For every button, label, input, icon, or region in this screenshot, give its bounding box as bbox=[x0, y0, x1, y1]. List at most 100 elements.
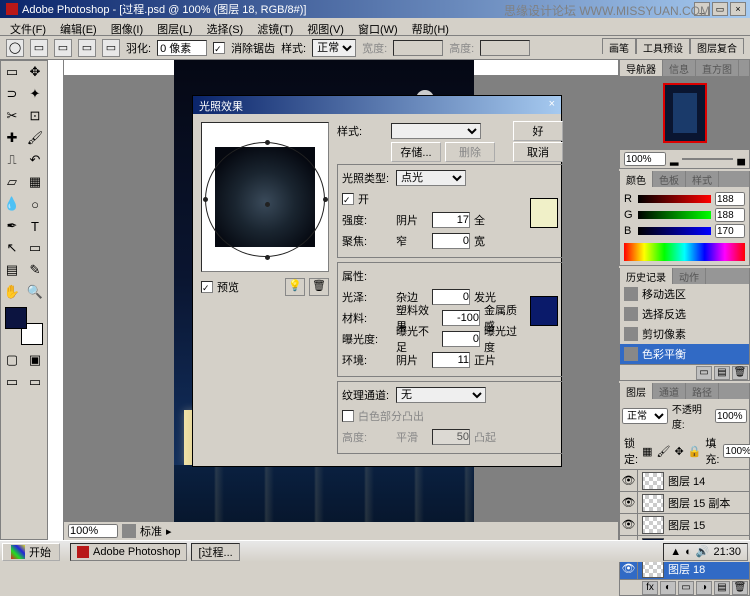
dialog-close-icon[interactable]: × bbox=[549, 98, 555, 112]
eye-icon[interactable]: 👁 bbox=[620, 470, 638, 492]
gradient-tool[interactable]: ▦ bbox=[24, 171, 46, 193]
zoom-input[interactable] bbox=[68, 524, 118, 538]
lock-trans-icon[interactable]: ▦ bbox=[642, 445, 652, 458]
maximize-button[interactable]: ▭ bbox=[712, 2, 728, 16]
save-button[interactable]: 存储... bbox=[391, 142, 441, 162]
layer-item[interactable]: 👁图层 15 bbox=[620, 513, 749, 535]
lasso-tool[interactable]: ⊃ bbox=[1, 83, 23, 105]
light-delete-icon[interactable]: 🗑 bbox=[309, 278, 329, 296]
light-color-swatch[interactable] bbox=[530, 198, 558, 228]
zoom-tool[interactable]: 🔍 bbox=[24, 281, 46, 303]
taskbar-app[interactable]: [过程... bbox=[191, 543, 239, 561]
spectrum-bar[interactable] bbox=[624, 243, 745, 261]
menu-filter[interactable]: 滤镜(T) bbox=[251, 20, 299, 33]
menu-help[interactable]: 帮助(H) bbox=[406, 20, 455, 33]
selection-new-icon[interactable]: ▭ bbox=[30, 39, 48, 57]
eye-icon[interactable]: 👁 bbox=[620, 514, 638, 536]
tab-color[interactable]: 颜色 bbox=[620, 171, 653, 187]
new-layer-icon[interactable]: ▤ bbox=[714, 581, 730, 595]
g-input[interactable] bbox=[715, 208, 745, 222]
new-snapshot-icon[interactable]: ▭ bbox=[696, 366, 712, 380]
system-tray[interactable]: ▲ ◐ 🔊 21:30 bbox=[663, 543, 748, 561]
selection-intersect-icon[interactable]: ▭ bbox=[102, 39, 120, 57]
tab-styles[interactable]: 样式 bbox=[686, 171, 719, 187]
current-tool-icon[interactable]: ◯ bbox=[6, 39, 24, 57]
close-button[interactable]: × bbox=[730, 2, 746, 16]
tab-navigator[interactable]: 导航器 bbox=[620, 60, 663, 76]
lock-move-icon[interactable]: ✥ bbox=[674, 445, 683, 458]
b-input[interactable] bbox=[715, 224, 745, 238]
r-slider[interactable] bbox=[638, 195, 711, 203]
tab-history[interactable]: 历史记录 bbox=[620, 268, 673, 284]
history-item[interactable]: 剪切像素 bbox=[620, 324, 749, 344]
tray-icon[interactable]: ▲ bbox=[670, 546, 681, 558]
screenmode-full-icon[interactable]: ▭ bbox=[24, 371, 46, 393]
eye-icon[interactable]: 👁 bbox=[620, 492, 638, 514]
on-checkbox[interactable] bbox=[342, 193, 354, 205]
focus-input[interactable] bbox=[432, 233, 470, 249]
layer-item[interactable]: 👁图层 15 副本 bbox=[620, 491, 749, 513]
lighting-preview[interactable] bbox=[201, 122, 329, 272]
crop-tool[interactable]: ✂ bbox=[1, 105, 23, 127]
menu-layer[interactable]: 图层(L) bbox=[151, 20, 198, 33]
cancel-button[interactable]: 取消 bbox=[513, 142, 563, 162]
quickmask-on-icon[interactable]: ▣ bbox=[24, 349, 46, 371]
move-tool[interactable]: ✥ bbox=[24, 61, 46, 83]
history-brush-tool[interactable]: ↶ bbox=[24, 149, 46, 171]
nav-zoom-input[interactable] bbox=[624, 152, 666, 166]
tab-histogram[interactable]: 直方图 bbox=[696, 60, 739, 76]
trash-icon[interactable]: 🗑 bbox=[732, 366, 748, 380]
layer-item[interactable]: 👁图层 14 bbox=[620, 469, 749, 491]
adjust-icon[interactable]: ◑ bbox=[696, 581, 712, 595]
trash-icon[interactable]: 🗑 bbox=[732, 581, 748, 595]
stamp-tool[interactable]: ⎍ bbox=[1, 149, 23, 171]
hand-tool[interactable]: ✋ bbox=[1, 281, 23, 303]
r-input[interactable] bbox=[715, 192, 745, 206]
tab-brush[interactable]: 画笔 bbox=[602, 38, 636, 54]
menu-select[interactable]: 选择(S) bbox=[201, 20, 250, 33]
menu-view[interactable]: 视图(V) bbox=[301, 20, 350, 33]
lock-paint-icon[interactable]: 🖌 bbox=[656, 445, 670, 458]
brush-tool[interactable]: 🖌 bbox=[24, 127, 46, 149]
style-select[interactable] bbox=[391, 123, 481, 139]
tab-layer-comp[interactable]: 图层复合 bbox=[690, 38, 744, 54]
material-input[interactable] bbox=[442, 310, 480, 326]
lock-all-icon[interactable]: 🔒 bbox=[688, 445, 702, 458]
mask-icon[interactable]: ◐ bbox=[660, 581, 676, 595]
menu-image[interactable]: 图像(I) bbox=[105, 20, 149, 33]
selection-subtract-icon[interactable]: ▭ bbox=[78, 39, 96, 57]
light-type-select[interactable]: 点光 bbox=[396, 170, 466, 186]
selection-add-icon[interactable]: ▭ bbox=[54, 39, 72, 57]
history-item[interactable]: 选择反选 bbox=[620, 304, 749, 324]
delete-button[interactable]: 删除 bbox=[445, 142, 495, 162]
style-select[interactable]: 正常 bbox=[312, 39, 356, 57]
notes-tool[interactable]: ▤ bbox=[1, 259, 23, 281]
eyedropper-tool[interactable]: ✎ bbox=[24, 259, 46, 281]
zoom-slider[interactable] bbox=[682, 158, 733, 160]
blend-mode-select[interactable]: 正常 bbox=[622, 408, 668, 424]
fx-icon[interactable]: fx bbox=[642, 581, 658, 595]
blur-tool[interactable]: 💧 bbox=[1, 193, 23, 215]
dodge-tool[interactable]: ○ bbox=[24, 193, 46, 215]
tab-actions[interactable]: 动作 bbox=[673, 268, 706, 284]
screenmode-std-icon[interactable]: ▭ bbox=[1, 371, 23, 393]
type-tool[interactable]: T bbox=[24, 215, 46, 237]
ambience-input[interactable] bbox=[432, 352, 470, 368]
arrow-icon[interactable]: ▸ bbox=[166, 525, 172, 538]
tray-icon[interactable]: ◐ bbox=[685, 546, 692, 558]
antialias-checkbox[interactable] bbox=[213, 42, 225, 54]
menu-window[interactable]: 窗口(W) bbox=[352, 20, 404, 33]
texture-select[interactable]: 无 bbox=[396, 387, 486, 403]
tab-layers[interactable]: 图层 bbox=[620, 383, 653, 399]
start-button[interactable]: 开始 bbox=[2, 543, 60, 561]
dialog-titlebar[interactable]: 光照效果 × bbox=[193, 96, 561, 114]
taskbar-app[interactable]: Adobe Photoshop bbox=[70, 543, 187, 561]
b-slider[interactable] bbox=[638, 227, 711, 235]
ok-button[interactable]: 好 bbox=[513, 121, 563, 141]
feather-input[interactable] bbox=[157, 40, 207, 56]
heal-tool[interactable]: ✚ bbox=[1, 127, 23, 149]
pen-tool[interactable]: ✒ bbox=[1, 215, 23, 237]
intensity-input[interactable] bbox=[432, 212, 470, 228]
tray-icon[interactable]: 🔊 bbox=[696, 545, 710, 558]
fg-color-icon[interactable] bbox=[5, 307, 27, 329]
